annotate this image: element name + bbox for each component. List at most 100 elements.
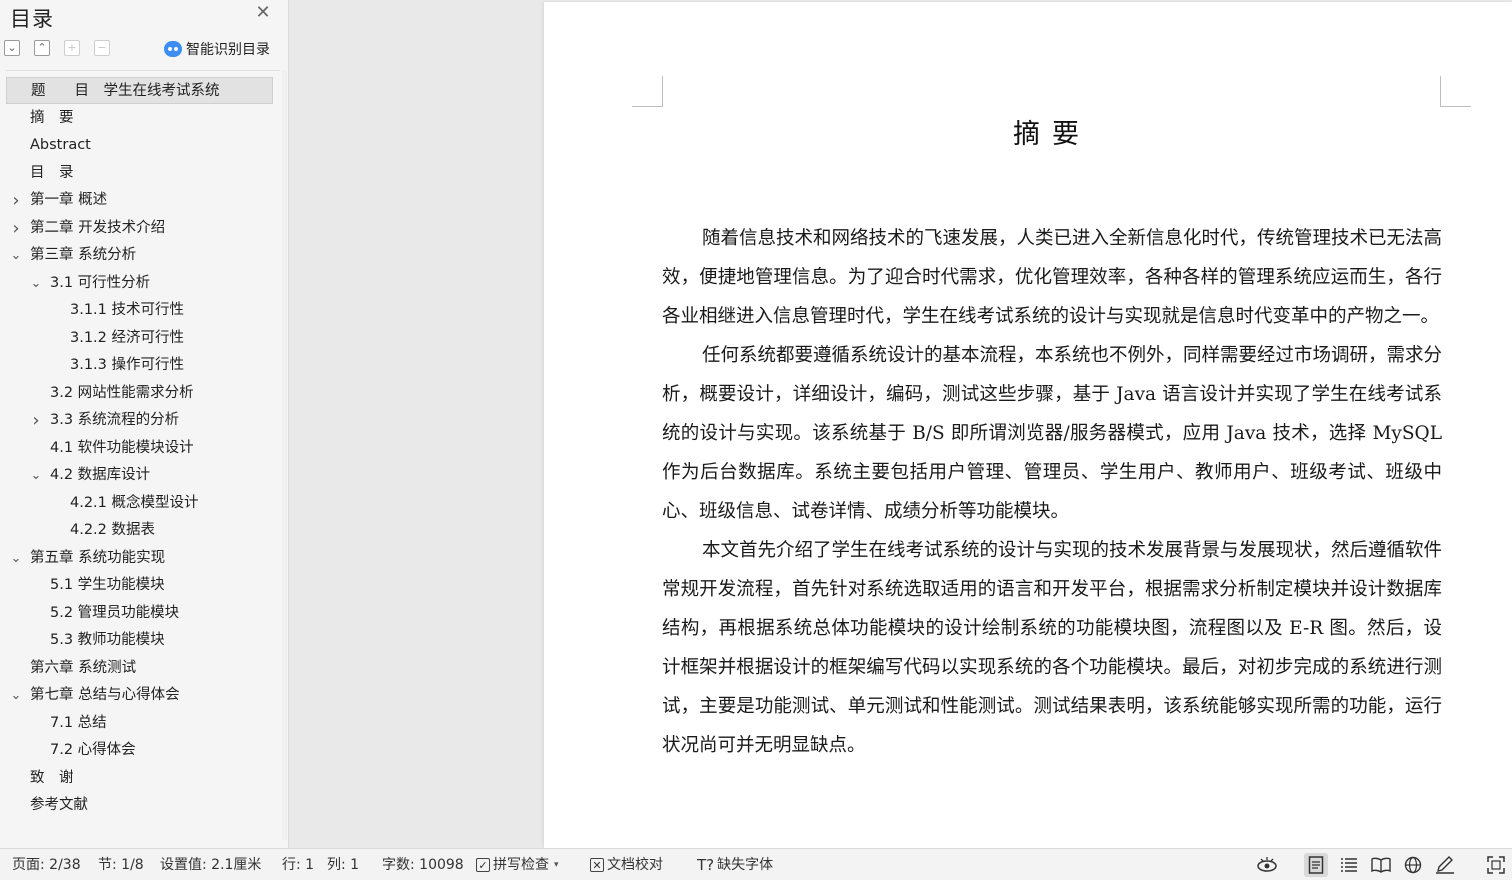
doc-proof-button[interactable]: ✕ 文档校对 [590, 849, 663, 880]
remove-level-icon[interactable]: − [94, 40, 110, 56]
toc-item[interactable]: 参考文献 [6, 792, 273, 819]
collapse-all-icon[interactable]: ⌃ [34, 40, 50, 56]
outline-view-icon[interactable] [1337, 853, 1361, 877]
toc-item[interactable]: ⌄ 3.1 可行性分析 [6, 270, 273, 297]
toc-title: 目录 [10, 7, 54, 31]
toc-item-label: 第三章 系统分析 [30, 247, 137, 263]
proofread-icon: ✕ [590, 858, 604, 872]
toc-item-label: Abstract [30, 137, 91, 153]
toc-item[interactable]: ⌄ 第三章 系统分析 [6, 242, 273, 269]
web-layout-icon[interactable] [1401, 853, 1425, 877]
chevron-down-icon[interactable]: ⌄ [10, 242, 22, 269]
smart-toc-label: 智能识别目录 [186, 42, 270, 58]
chevron-right-icon[interactable]: › [10, 215, 22, 242]
word-count[interactable]: 字数: 10098 [382, 849, 464, 880]
fullscreen-icon[interactable] [1484, 853, 1508, 877]
spell-check-button[interactable]: ✓ 拼写检查 ▾ [476, 849, 559, 880]
font-question-icon: T? [697, 856, 715, 874]
chevron-down-icon[interactable]: ▾ [554, 849, 559, 880]
toc-item-label: 第一章 概述 [30, 192, 108, 208]
page-view-icon[interactable] [1304, 853, 1328, 877]
toc-item[interactable]: 3.1.3 操作可行性 [6, 352, 273, 379]
document-area: 摘要 随着信息技术和网络技术的飞速发展，人类已进入全新信息化时代，传统管理技术已… [289, 0, 1512, 848]
toc-item[interactable]: 5.2 管理员功能模块 [6, 600, 273, 627]
toc-item-label: 第七章 总结与心得体会 [30, 687, 180, 703]
toc-item-label: 第二章 开发技术介绍 [30, 220, 166, 236]
write-mode-icon[interactable] [1433, 853, 1457, 877]
toc-item[interactable]: › 3.3 系统流程的分析 [6, 407, 273, 434]
toc-item-label: 致 谢 [30, 770, 74, 786]
reading-mode-icon[interactable] [1369, 853, 1393, 877]
toc-item-label: 7.2 心得体会 [50, 742, 136, 758]
toc-item[interactable]: 4.1 软件功能模块设计 [6, 435, 273, 462]
chevron-down-icon[interactable]: ⌄ [30, 270, 42, 297]
toc-panel: 目录 ✕ ⌄ ⌃ + − 智能识别目录 题 目 学生在线考试系统摘 要 Abstr… [0, 0, 289, 848]
close-icon[interactable]: ✕ [254, 4, 272, 22]
paragraph: 本文首先介绍了学生在线考试系统的设计与实现的技术发展背景与发展现状，然后遵循软件… [662, 540, 1443, 756]
toc-item[interactable]: 4.2.1 概念模型设计 [6, 490, 273, 517]
chevron-right-icon[interactable]: › [10, 187, 22, 214]
toc-item-label: 目 录 [30, 165, 74, 181]
toc-item-label: 5.3 教师功能模块 [50, 632, 165, 648]
toc-item-label: 3.1 可行性分析 [50, 275, 151, 291]
toc-item-label: 摘 要 [30, 110, 74, 126]
divider [6, 70, 280, 71]
toc-item[interactable]: 3.1.2 经济可行性 [6, 325, 273, 352]
toc-item[interactable]: 7.1 总结 [6, 710, 273, 737]
word-processor-window: 目录 ✕ ⌄ ⌃ + − 智能识别目录 题 目 学生在线考试系统摘 要 Abstr… [0, 0, 1512, 880]
doc-proof-label: 文档校对 [607, 857, 663, 873]
toc-item-label: 4.2 数据库设计 [50, 467, 151, 483]
toc-item[interactable]: ⌄ 第七章 总结与心得体会 [6, 682, 273, 709]
toc-item[interactable]: 致 谢 [6, 765, 273, 792]
setting-value[interactable]: 设置值: 2.1厘米 [160, 849, 261, 880]
toc-item-label: 5.1 学生功能模块 [50, 577, 165, 593]
checkbox-check-icon: ✓ [476, 858, 490, 872]
toc-item[interactable]: ⌄ 4.2 数据库设计 [6, 462, 273, 489]
crop-mark [632, 76, 663, 107]
toc-item-label: 5.2 管理员功能模块 [50, 605, 180, 621]
add-level-icon[interactable]: + [64, 40, 80, 56]
chevron-right-icon[interactable]: › [30, 407, 42, 434]
toc-item[interactable]: 题 目 学生在线考试系统 [6, 77, 273, 104]
toc-item-label: 4.2.2 数据表 [70, 522, 156, 538]
toc-item-label: 4.1 软件功能模块设计 [50, 440, 194, 456]
eye-protection-icon[interactable] [1255, 853, 1279, 877]
paragraph: 随着信息技术和网络技术的飞速发展，人类已进入全新信息化时代，传统管理技术已无法高… [662, 228, 1443, 327]
expand-all-icon[interactable]: ⌄ [4, 40, 20, 56]
toc-item[interactable]: 摘 要 [6, 105, 273, 132]
toc-item[interactable]: 第六章 系统测试 [6, 655, 273, 682]
toc-item-label: 第六章 系统测试 [30, 660, 137, 676]
toc-item[interactable]: 3.2 网站性能需求分析 [6, 380, 273, 407]
toc-item[interactable]: 7.2 心得体会 [6, 737, 273, 764]
toc-item-label: 题 目 学生在线考试系统 [31, 83, 220, 99]
toc-item[interactable]: 3.1.1 技术可行性 [6, 297, 273, 324]
toc-item-label: 3.1.2 经济可行性 [70, 330, 185, 346]
row-indicator: 行: 1 [282, 857, 315, 873]
paragraph: 任何系统都要遵循系统设计的基本流程，本系统也不例外，同样需要经过市场调研，需求分… [662, 345, 1443, 522]
missing-font-label: 缺失字体 [717, 857, 774, 873]
toc-item[interactable]: Abstract [6, 132, 273, 159]
page-indicator[interactable]: 页面: 2/38 [12, 849, 81, 880]
smart-toc-button[interactable]: 智能识别目录 [164, 39, 270, 59]
missing-font-button[interactable]: T? 缺失字体 [697, 849, 773, 880]
ai-assistant-icon [164, 41, 182, 57]
toc-item[interactable]: 5.1 学生功能模块 [6, 572, 273, 599]
toc-item[interactable]: ⌄ 第五章 系统功能实现 [6, 545, 273, 572]
toc-item[interactable]: 4.2.2 数据表 [6, 517, 273, 544]
chevron-down-icon[interactable]: ⌄ [10, 545, 22, 572]
status-bar: 页面: 2/38 节: 1/8 设置值: 2.1厘米 行: 1 列: 1 字数:… [0, 848, 1512, 880]
toc-scrollbar[interactable] [282, 70, 287, 840]
toc-item-label: 4.2.1 概念模型设计 [70, 495, 199, 511]
toc-item[interactable]: 目 录 [6, 160, 273, 187]
section-indicator[interactable]: 节: 1/8 [98, 849, 144, 880]
chevron-down-icon[interactable]: ⌄ [10, 682, 22, 709]
toc-item-label: 3.1.3 操作可行性 [70, 357, 185, 373]
document-page[interactable]: 摘要 随着信息技术和网络技术的飞速发展，人类已进入全新信息化时代，传统管理技术已… [544, 2, 1512, 848]
toc-item[interactable]: › 第二章 开发技术介绍 [6, 215, 273, 242]
chevron-down-icon[interactable]: ⌄ [30, 462, 42, 489]
document-body[interactable]: 随着信息技术和网络技术的飞速发展，人类已进入全新信息化时代，传统管理技术已无法高… [662, 219, 1442, 765]
toc-item[interactable]: 5.3 教师功能模块 [6, 627, 273, 654]
toc-item[interactable]: › 第一章 概述 [6, 187, 273, 214]
toc-item-label: 7.1 总结 [50, 715, 107, 731]
toc-item-label: 3.3 系统流程的分析 [50, 412, 180, 428]
